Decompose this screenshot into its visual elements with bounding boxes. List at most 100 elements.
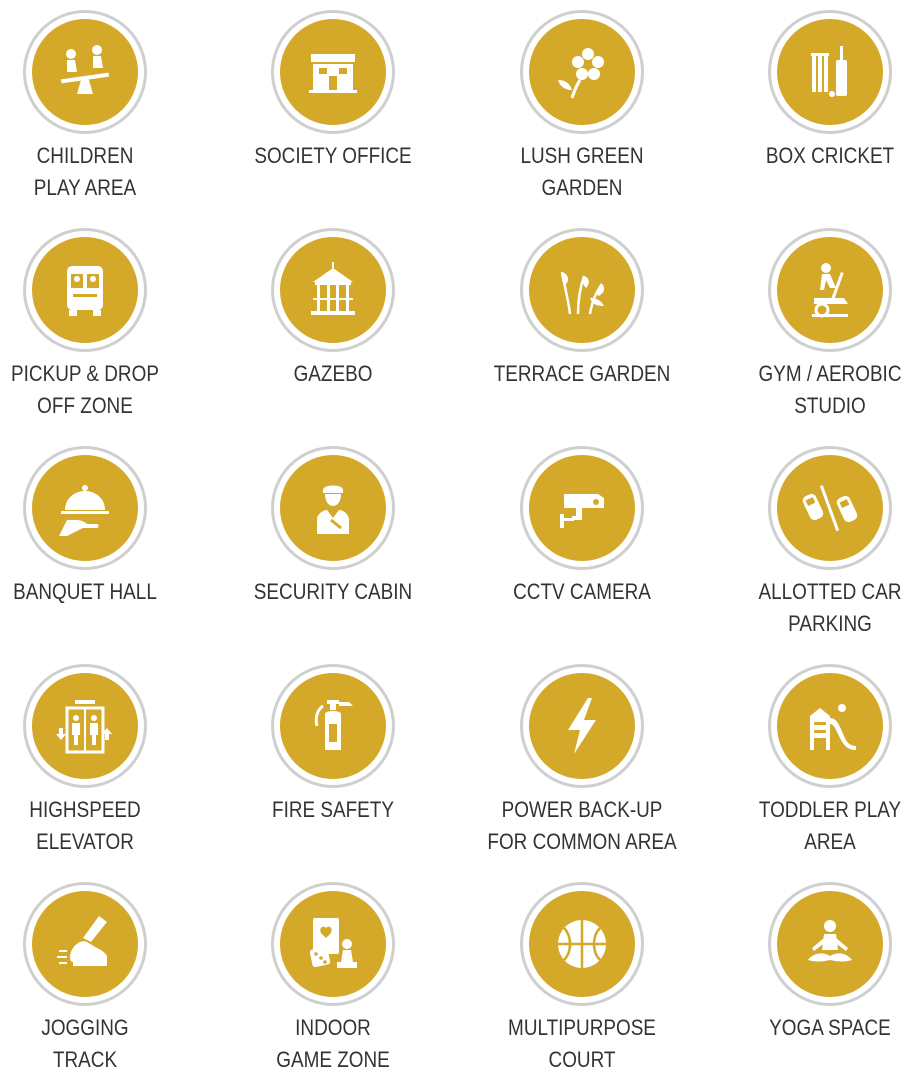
amenity-badge (23, 228, 147, 352)
amenity-multipurpose-court: MULTIPURPOSE COURT (472, 874, 692, 1084)
amenity-label: CHILDREN PLAY AREA (0, 140, 180, 204)
amenity-badge (23, 446, 147, 570)
amenity-fire-safety: FIRE SAFETY (223, 656, 443, 866)
amenity-box-cricket: BOX CRICKET (720, 2, 909, 212)
amenity-label: TERRACE GARDEN (487, 358, 676, 390)
label-line: TRACK (52, 1047, 118, 1072)
amenity-banquet-hall: BANQUET HALL (0, 438, 195, 648)
amenity-children-play-area: CHILDREN PLAY AREA (0, 2, 195, 212)
amenity-label: POWER BACK-UP FOR COMMON AREA (487, 794, 676, 858)
amenity-badge (271, 228, 395, 352)
label-line: AREA (804, 829, 856, 854)
amenity-label: JOGGING TRACK (0, 1012, 180, 1076)
office-building-icon (309, 54, 357, 93)
amenity-badge (23, 664, 147, 788)
amenity-label: YOGA SPACE (735, 1012, 909, 1044)
amenity-badge (520, 882, 644, 1006)
amenity-label: SOCIETY OFFICE (238, 140, 427, 172)
label-line: INDOOR (295, 1015, 371, 1040)
amenity-label: SECURITY CABIN (238, 576, 427, 608)
label-line: POWER BACK-UP (501, 797, 663, 822)
amenity-security-cabin: SECURITY CABIN (223, 438, 443, 648)
basketball-icon (558, 920, 606, 968)
gazebo-icon (311, 262, 355, 315)
amenity-society-office: SOCIETY OFFICE (223, 2, 443, 212)
amenity-badge (520, 664, 644, 788)
amenity-badge (768, 228, 892, 352)
amenity-badge (768, 446, 892, 570)
label-line: OFF ZONE (37, 393, 133, 418)
label-line: BOX CRICKET (765, 143, 895, 168)
amenity-lush-green-garden: LUSH GREEN GARDEN (472, 2, 692, 212)
amenity-badge (768, 664, 892, 788)
label-line: LUSH GREEN (520, 143, 644, 168)
amenities-grid: CHILDREN PLAY AREA SOCIETY OFFICE LUSH G… (0, 0, 909, 1088)
amenity-badge (520, 228, 644, 352)
amenity-highspeed-elevator: HIGHSPEED ELEVATOR (0, 656, 195, 866)
cards-dice-pawn-icon (309, 918, 357, 968)
amenity-badge (23, 10, 147, 134)
amenity-label: GAZEBO (238, 358, 427, 390)
amenity-badge (271, 664, 395, 788)
label-line: GAME ZONE (276, 1047, 390, 1072)
label-line: FIRE SAFETY (272, 797, 394, 822)
amenity-label: CCTV CAMERA (487, 576, 676, 608)
amenity-label: PICKUP & DROP OFF ZONE (0, 358, 180, 422)
label-line: COURT (548, 1047, 616, 1072)
amenity-label: TODDLER PLAY AREA (735, 794, 909, 858)
amenity-label: INDOOR GAME ZONE (238, 1012, 427, 1076)
amenity-pickup-drop: PICKUP & DROP OFF ZONE (0, 220, 195, 430)
amenity-jogging-track: JOGGING TRACK (0, 874, 195, 1084)
label-line: PLAY AREA (33, 175, 137, 200)
amenity-label: GYM / AEROBIC STUDIO (735, 358, 909, 422)
label-line: GARDEN (541, 175, 623, 200)
amenity-label: BOX CRICKET (735, 140, 909, 172)
label-line: TERRACE GARDEN (493, 361, 671, 386)
amenity-label: BANQUET HALL (0, 576, 180, 608)
label-line: GAZEBO (293, 361, 373, 386)
label-line: ELEVATOR (36, 829, 134, 854)
label-line: SOCIETY OFFICE (254, 143, 412, 168)
label-line: PICKUP & DROP (11, 361, 159, 386)
amenity-badge (23, 882, 147, 1006)
security-guard-icon (317, 485, 349, 534)
label-line: TODDLER PLAY (758, 797, 902, 822)
amenity-badge (271, 10, 395, 134)
yoga-pose-icon (808, 920, 852, 962)
label-line: PARKING (788, 611, 872, 636)
bus-icon (67, 266, 103, 316)
amenity-badge (520, 446, 644, 570)
amenity-cctv-camera: CCTV CAMERA (472, 438, 692, 648)
label-line: ALLOTTED CAR (758, 579, 902, 604)
amenity-label: LUSH GREEN GARDEN (487, 140, 676, 204)
label-line: MULTIPURPOSE (508, 1015, 656, 1040)
lightning-bolt-icon (568, 698, 596, 754)
cctv-camera-icon (560, 494, 604, 528)
amenity-label: FIRE SAFETY (238, 794, 427, 826)
amenity-label: HIGHSPEED ELEVATOR (0, 794, 180, 858)
amenity-gazebo: GAZEBO (223, 220, 443, 430)
amenity-badge (768, 882, 892, 1006)
label-line: SECURITY CABIN (253, 579, 413, 604)
exercise-bike-icon (812, 263, 848, 318)
label-line: CCTV CAMERA (513, 579, 651, 604)
elevator-icon (56, 700, 112, 754)
label-line: STUDIO (794, 393, 866, 418)
amenity-terrace-garden: TERRACE GARDEN (472, 220, 692, 430)
slide-icon (810, 704, 856, 750)
amenity-yoga-space: YOGA SPACE (720, 874, 909, 1084)
fire-extinguisher-icon (314, 700, 353, 750)
amenity-toddler-play-area: TODDLER PLAY AREA (720, 656, 909, 866)
amenity-badge (520, 10, 644, 134)
label-line: CHILDREN (36, 143, 134, 168)
cricket-bat-wicket-icon (811, 46, 847, 97)
amenity-badge (271, 446, 395, 570)
amenity-power-backup: POWER BACK-UP FOR COMMON AREA (472, 656, 692, 866)
amenity-indoor-game-zone: INDOOR GAME ZONE (223, 874, 443, 1084)
amenity-badge (768, 10, 892, 134)
running-shoe-icon (57, 916, 107, 966)
amenity-allotted-car-parking: ALLOTTED CAR PARKING (720, 438, 909, 648)
amenity-badge (271, 882, 395, 1006)
label-line: FOR COMMON AREA (487, 829, 677, 854)
seesaw-icon (60, 45, 110, 94)
